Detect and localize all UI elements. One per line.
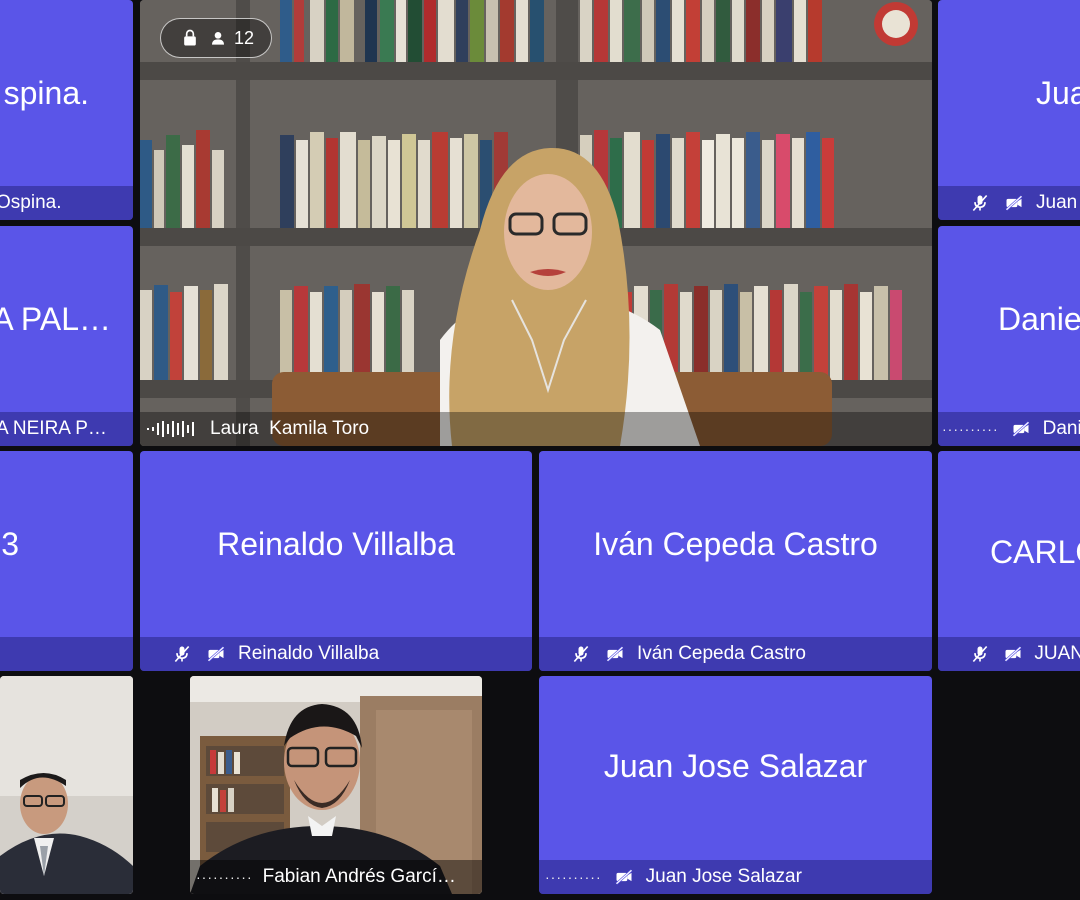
participant-name-bar: A NEIRA P… [0, 412, 133, 446]
participant-tile[interactable]: Reinaldo Villalba Reinaldo Villalba [140, 451, 532, 671]
video-off-icon [1009, 418, 1033, 440]
video-feed [0, 676, 133, 894]
participant-name-large: Iván Cepeda Castro [593, 525, 878, 562]
participant-name-large: Juan Jose Salazar [603, 747, 868, 784]
participant-name-large: spina. [3, 74, 89, 111]
participant-name-bar: Juan [938, 186, 1080, 220]
audio-wave-icon [144, 418, 200, 440]
participant-name-bar: JUAN [938, 637, 1080, 671]
participant-name-large: Jua [1036, 74, 1080, 111]
participant-name-large: 3 [1, 525, 19, 562]
participant-count: 12 [233, 27, 255, 48]
participant-name: Iván Cepeda Castro [637, 643, 806, 664]
participant-name: A NEIRA P… [0, 418, 107, 439]
active-speaker-video[interactable]: 12 Laura Kamila Toro [140, 0, 932, 446]
video-feed [140, 0, 932, 446]
audio-wave-icon: ·········· [196, 869, 253, 885]
audio-wave-icon: ·········· [545, 869, 602, 885]
meeting-info-pill[interactable]: 12 [160, 18, 272, 58]
participant-tile[interactable]: Jua Juan [938, 0, 1080, 220]
participant-name-large: Reinaldo Villalba [217, 525, 455, 562]
participant-name-large: Danie [998, 300, 1080, 337]
video-off-icon [1002, 192, 1026, 214]
audio-wave-icon: ·········· [942, 421, 999, 437]
video-off-icon [1001, 643, 1024, 665]
participant-name-bar: ·········· Dani [938, 412, 1080, 446]
video-off-icon [612, 866, 636, 888]
participant-video-tile[interactable]: ·········· Fabian Andrés Garcí… [190, 676, 482, 894]
video-off-icon [603, 643, 627, 665]
participant-name-bar: Iván Cepeda Castro [539, 637, 932, 671]
participant-tile[interactable]: spina. Ospina. [0, 0, 133, 220]
participant-tile[interactable]: 3 [0, 451, 133, 671]
participant-name: Fabian Andrés Garcí… [262, 866, 456, 887]
participant-name: Laura Kamila Toro [210, 418, 370, 439]
participant-name: Dani [1042, 418, 1080, 439]
participant-name-bar: Reinaldo Villalba [140, 637, 532, 671]
participant-name: Ospina. [0, 192, 62, 213]
participant-tile[interactable]: Danie ·········· Dani [938, 226, 1080, 446]
video-off-icon [204, 643, 228, 665]
participant-tile[interactable]: CARLO JUAN [938, 451, 1080, 671]
mic-off-icon [968, 192, 992, 214]
participant-name: Juan [1036, 192, 1078, 213]
participant-name-bar [0, 637, 133, 671]
participant-name-large: CARLO [990, 533, 1080, 570]
participant-tile[interactable]: Iván Cepeda Castro Iván Cepeda Castro [539, 451, 932, 671]
participant-tile[interactable]: Juan Jose Salazar ·········· Juan Jose S… [539, 676, 932, 894]
participant-tile[interactable]: A PAL… A NEIRA P… [0, 226, 133, 446]
participant-name-bar: Ospina. [0, 186, 133, 220]
participant-name-bar: Laura Kamila Toro [140, 412, 932, 446]
participant-name-bar: ·········· Fabian Andrés Garcí… [190, 860, 482, 894]
mic-off-icon [968, 643, 991, 665]
participant-video-tile[interactable] [0, 676, 133, 894]
person-icon [210, 27, 226, 49]
participant-name-large: A PAL… [0, 300, 111, 337]
participant-name: Juan Jose Salazar [645, 866, 802, 887]
participant-name: Reinaldo Villalba [238, 643, 380, 664]
participant-name: JUAN [1034, 643, 1080, 664]
mic-off-icon [170, 643, 194, 665]
mic-off-icon [569, 643, 593, 665]
lock-icon [178, 27, 202, 49]
participant-name-bar: ·········· Juan Jose Salazar [539, 860, 932, 894]
